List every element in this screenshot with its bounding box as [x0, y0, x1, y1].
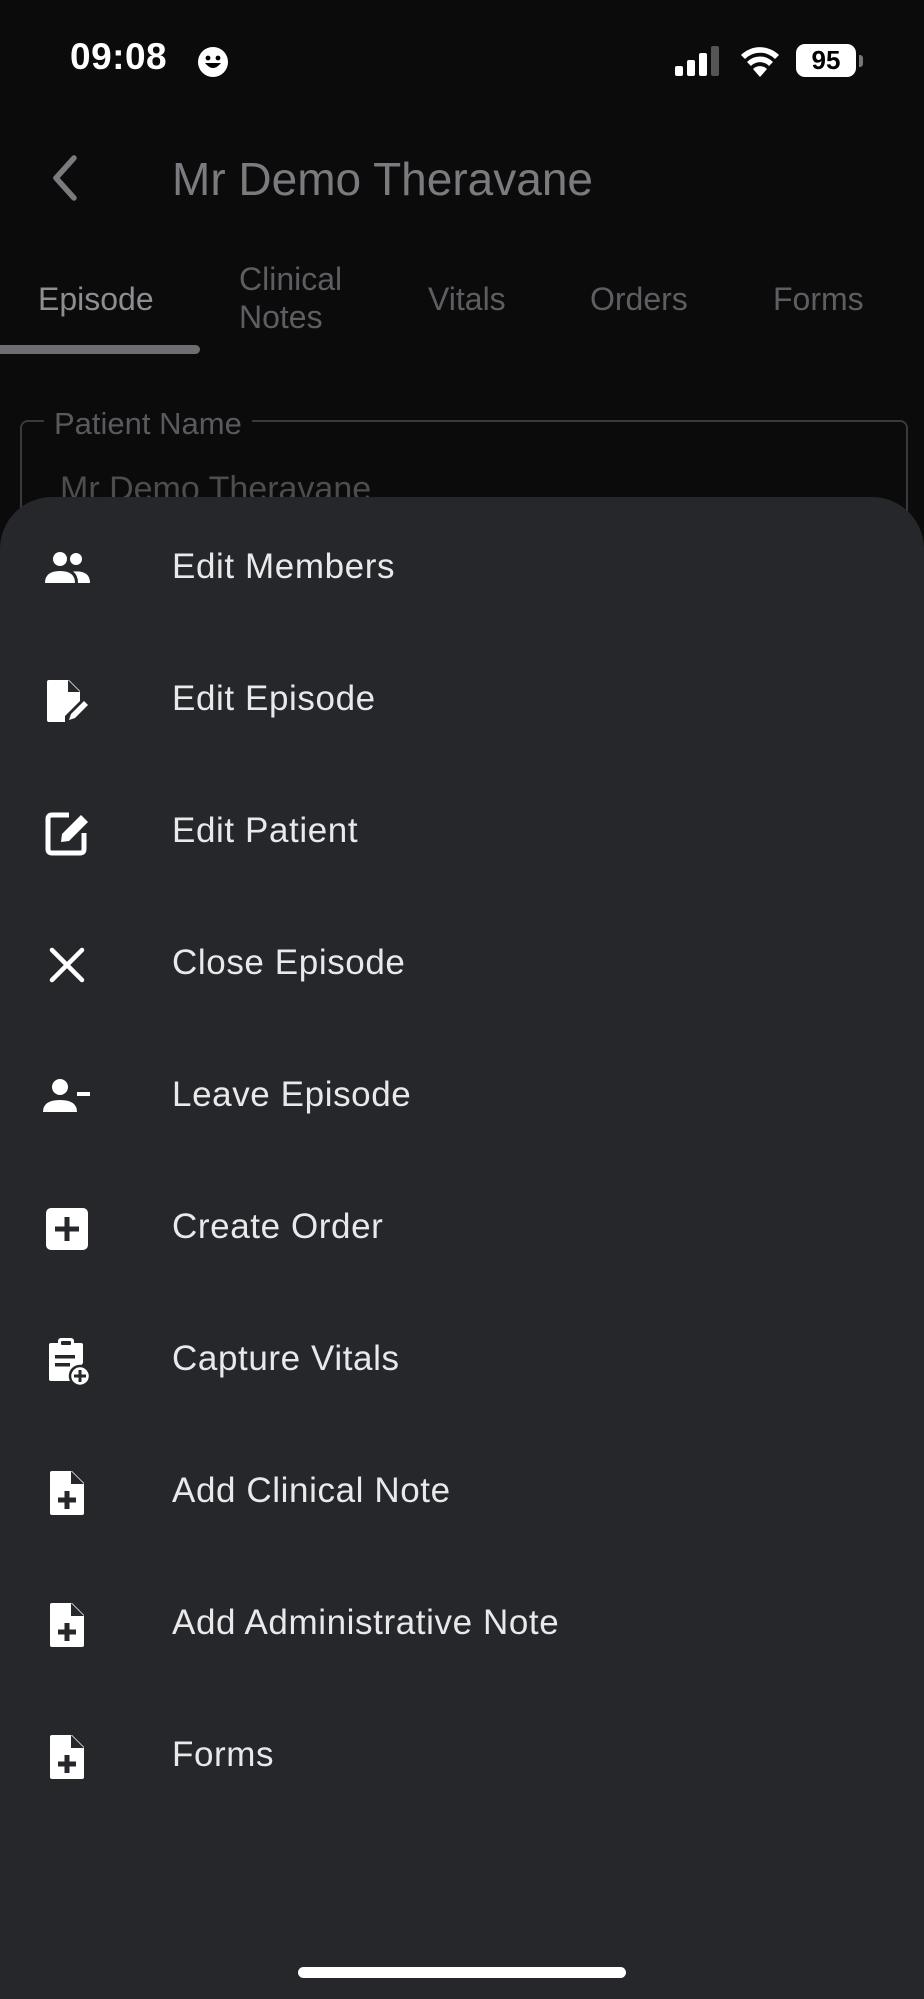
menu-label: Create Order	[172, 1207, 384, 1246]
menu-label: Edit Patient	[172, 811, 359, 850]
note-add-icon	[50, 1735, 84, 1779]
tab-clinical-notes[interactable]: Clinical Notes	[239, 260, 342, 336]
tab-indicator	[0, 345, 200, 354]
actions-bottom-sheet: Edit Members Edit Episode Edit Patient C…	[0, 497, 924, 1999]
home-indicator[interactable]	[298, 1967, 626, 1978]
tab-vitals[interactable]: Vitals	[428, 280, 506, 318]
menu-label: Leave Episode	[172, 1075, 412, 1114]
menu-item-create-order[interactable]: Create Order	[0, 1157, 924, 1289]
status-time: 09:08	[70, 36, 168, 77]
menu-label: Edit Members	[172, 547, 396, 586]
page-title: Mr Demo Theravane	[172, 153, 593, 205]
tab-episode[interactable]: Episode	[38, 280, 154, 318]
menu-label: Capture Vitals	[172, 1339, 400, 1378]
menu-item-forms[interactable]: Forms	[0, 1685, 924, 1817]
menu-label: Close Episode	[172, 943, 406, 982]
back-arrow-icon[interactable]	[40, 148, 90, 208]
tab-label: Episode	[38, 281, 154, 317]
wifi-icon	[741, 47, 779, 77]
patient-name-label: Patient Name	[44, 406, 252, 442]
tab-label: Clinical	[239, 261, 343, 297]
menu-label: Edit Episode	[172, 679, 376, 718]
edit-square-icon	[45, 812, 88, 856]
menu-item-capture-vitals[interactable]: Capture Vitals	[0, 1289, 924, 1421]
menu-item-add-administrative-note[interactable]: Add Administrative Note	[0, 1553, 924, 1685]
menu-label: Add Clinical Note	[172, 1471, 451, 1510]
screen: 09:08 95 Mr Demo Theravane Episode Clini…	[0, 0, 924, 1999]
menu-item-add-clinical-note[interactable]: Add Clinical Note	[0, 1421, 924, 1553]
note-add-icon	[50, 1471, 84, 1515]
menu-item-edit-members[interactable]: Edit Members	[0, 497, 924, 629]
tab-forms[interactable]: Forms	[773, 280, 864, 318]
note-add-icon	[50, 1603, 84, 1647]
tab-label: Vitals	[428, 281, 506, 317]
battery-tip	[859, 55, 863, 67]
close-icon	[49, 947, 85, 983]
menu-item-leave-episode[interactable]: Leave Episode	[0, 1025, 924, 1157]
menu-label: Add Administrative Note	[172, 1603, 560, 1642]
tab-label-line2: Notes	[239, 299, 323, 335]
add-box-icon	[46, 1208, 88, 1250]
menu-item-edit-episode[interactable]: Edit Episode	[0, 629, 924, 761]
tab-label: Forms	[773, 281, 864, 317]
clipboard-add-icon	[49, 1338, 92, 1388]
group-icon	[45, 552, 90, 583]
tab-orders[interactable]: Orders	[590, 280, 688, 318]
person-remove-icon	[43, 1079, 90, 1112]
tab-label: Orders	[590, 281, 688, 317]
battery-indicator: 95	[796, 44, 856, 77]
menu-item-edit-patient[interactable]: Edit Patient	[0, 761, 924, 893]
signal-icon	[675, 46, 719, 76]
edit-document-icon	[47, 680, 88, 722]
menu-label: Forms	[172, 1735, 275, 1774]
menu-item-close-episode[interactable]: Close Episode	[0, 893, 924, 1025]
smiley-icon	[198, 47, 228, 77]
